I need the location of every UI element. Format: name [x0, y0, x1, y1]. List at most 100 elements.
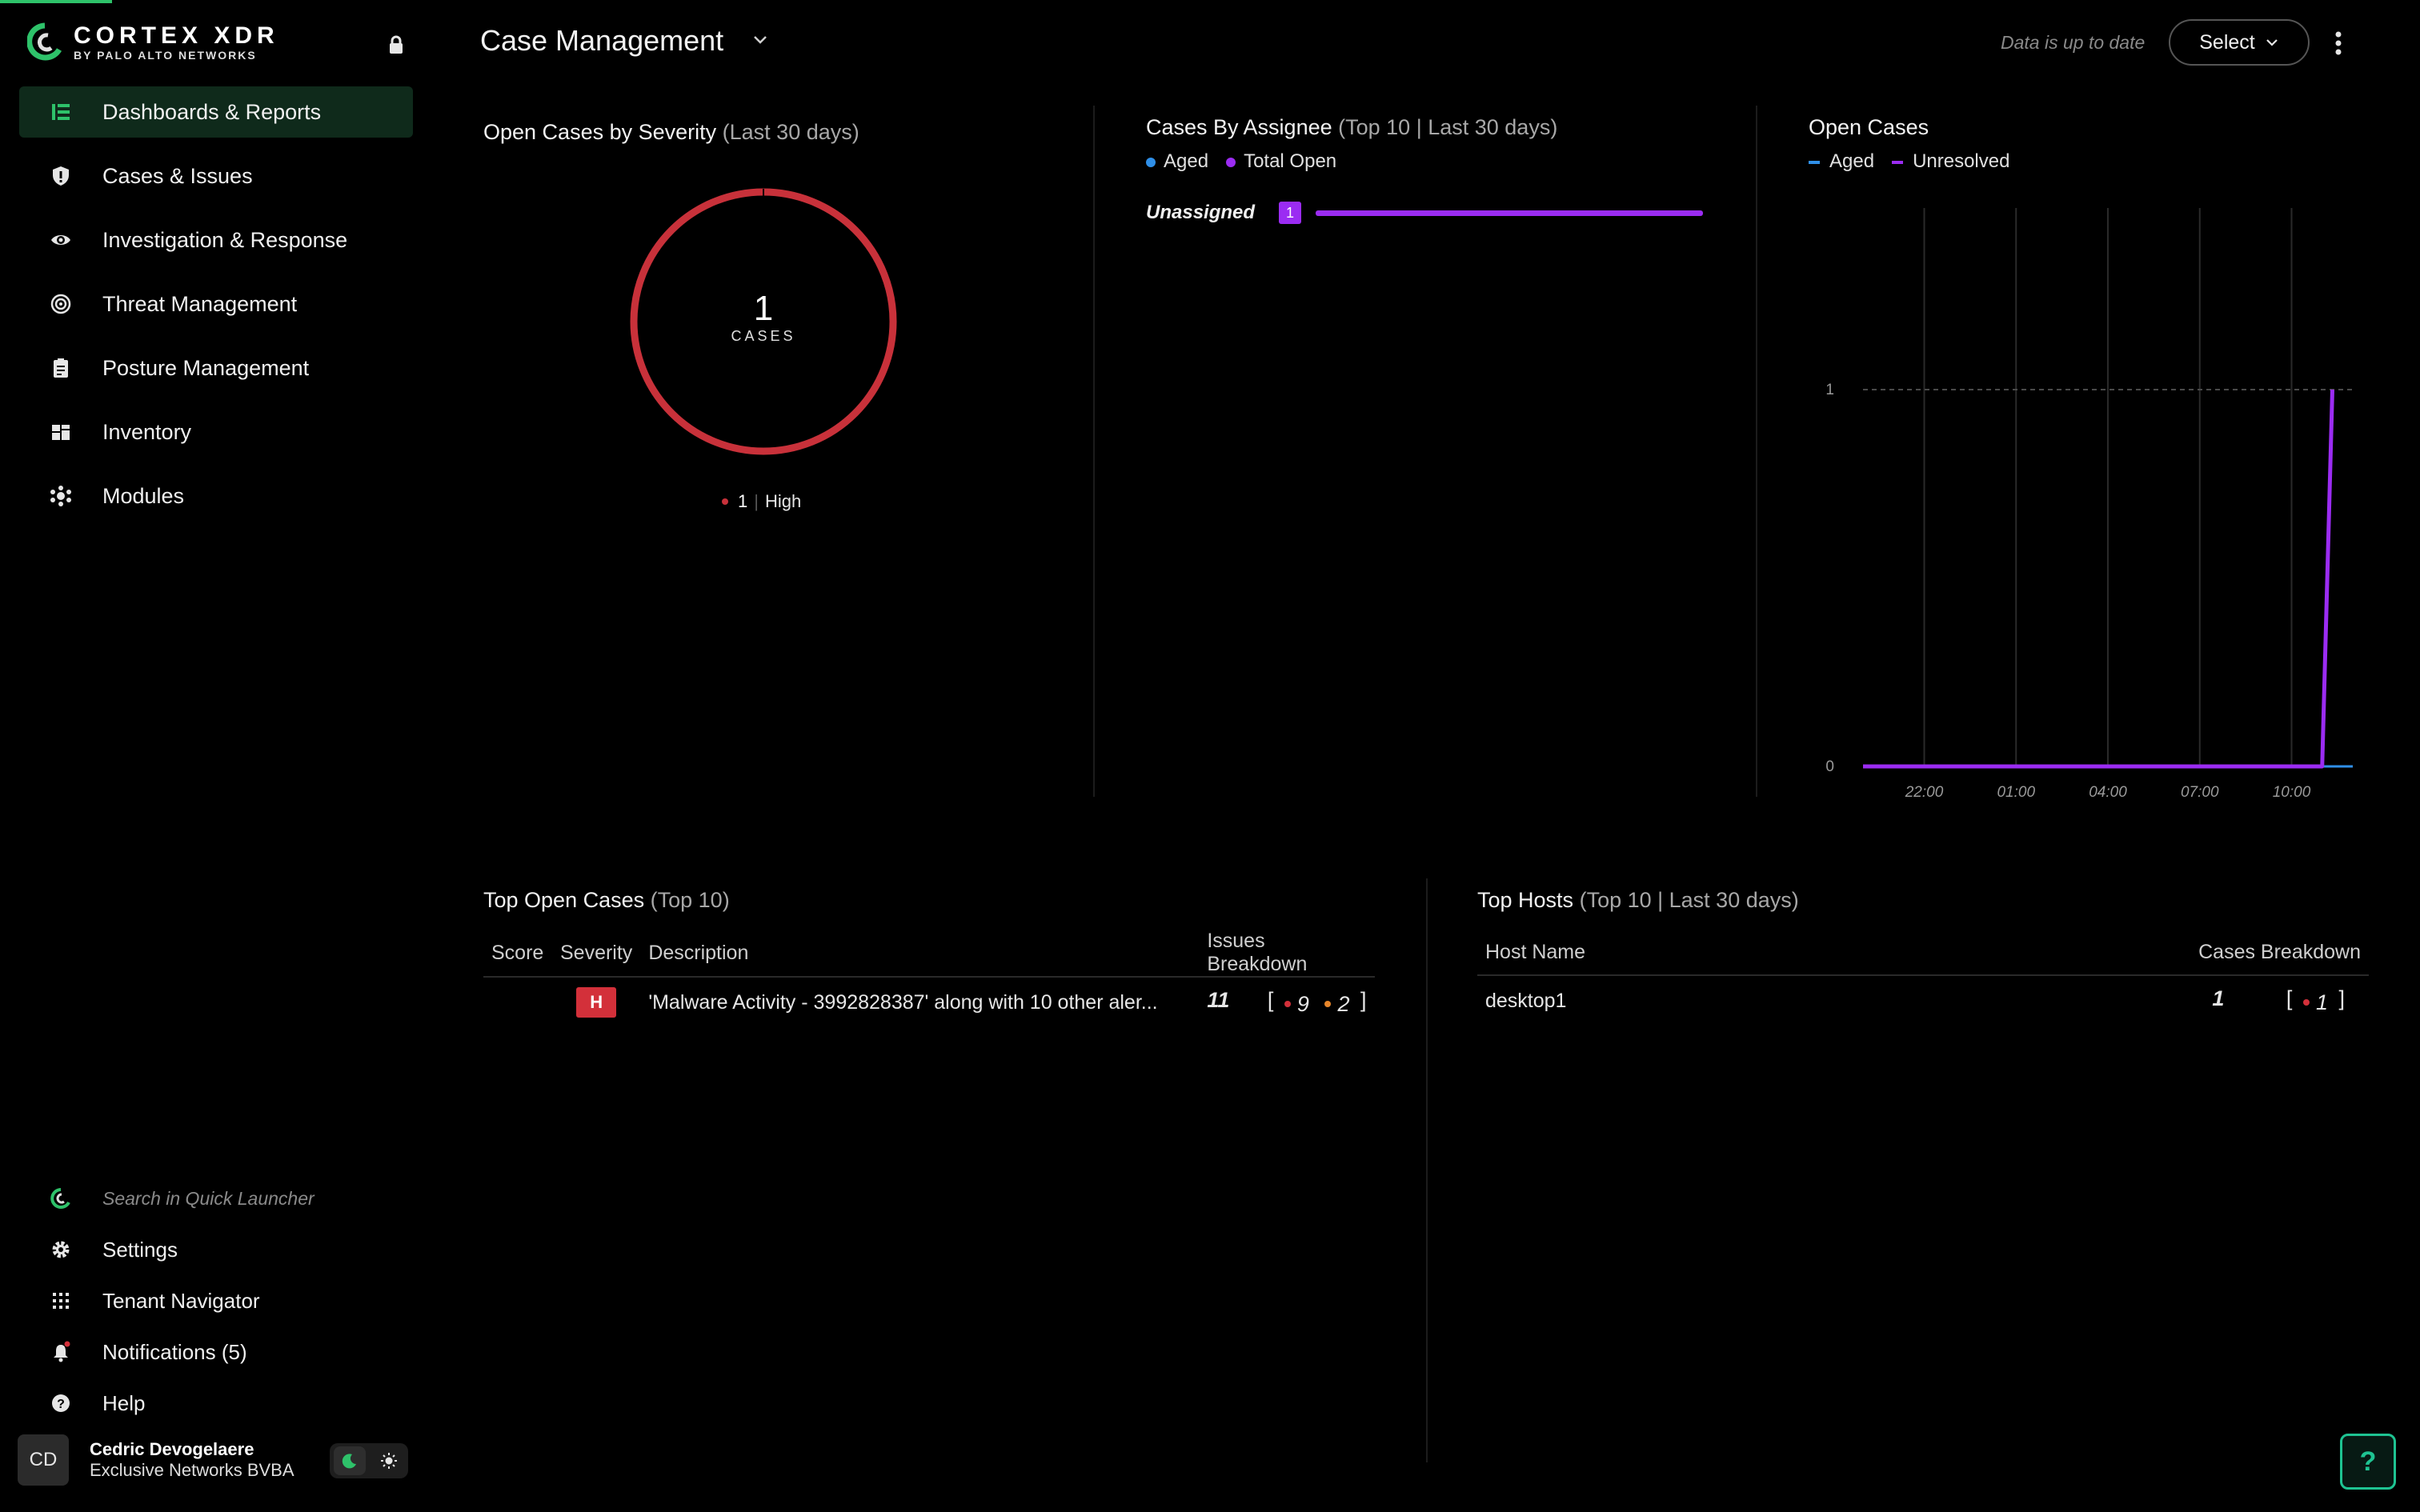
top-open-cases-table: Score Severity Description Issues Breakd… — [483, 930, 1375, 1027]
top-hosts-table: Host Name Cases Breakdown desktop1 1 [ 1… — [1477, 930, 2369, 1026]
sidebar-item-dashboards-reports[interactable]: Dashboards & Reports — [19, 86, 413, 138]
help-fab-button[interactable]: ? — [2340, 1434, 2396, 1490]
dot-icon — [1146, 158, 1156, 167]
user-profile[interactable]: CD Cedric Devogelaere Exclusive Networks… — [18, 1434, 434, 1486]
widget-divider — [1426, 878, 1428, 1462]
data-status-text: Data is up to date — [2001, 32, 2146, 53]
legend-count: 1 — [738, 491, 748, 511]
clipboard-icon — [19, 357, 102, 379]
assignee-row[interactable]: Unassigned 1 — [1146, 202, 1703, 224]
medium-count: 2 — [1337, 991, 1350, 1016]
moon-icon[interactable] — [333, 1446, 366, 1475]
widget-divider — [1756, 106, 1757, 797]
notifications-link[interactable]: Notifications (5) — [19, 1330, 413, 1374]
legend-item-total-open[interactable]: Total Open — [1226, 150, 1336, 173]
top-open-cases-title: Top Open Cases (Top 10) — [483, 888, 730, 912]
brand-name: CORTEX XDR — [74, 22, 279, 49]
x-tick-label: 10:00 — [2273, 784, 2311, 801]
cortex-small-icon — [19, 1187, 102, 1210]
column-header-host-name[interactable]: Host Name — [1477, 930, 1829, 976]
sidebar-item-label: Modules — [102, 483, 185, 508]
severity-legend[interactable]: 1 | High — [722, 491, 801, 512]
svg-text:?: ? — [57, 1398, 65, 1411]
assignee-bar[interactable] — [1316, 210, 1703, 216]
high-dot-icon — [722, 498, 728, 505]
dash-icon — [1892, 160, 1904, 164]
notifications-label: Notifications (5) — [102, 1339, 247, 1364]
assignee-legend: Aged Total Open — [1146, 150, 1336, 173]
grid-icon — [19, 1290, 102, 1312]
sidebar: CORTEX XDR BY PALO ALTO NETWORKS Dashboa… — [0, 0, 432, 1512]
sidebar-item-modules[interactable]: Modules — [19, 470, 413, 522]
legend-item-aged[interactable]: Aged — [1809, 150, 1874, 173]
dot-icon — [1226, 158, 1236, 167]
high-count: 1 — [2315, 990, 2328, 1014]
column-header-issues-breakdown[interactable]: Issues Breakdown — [1199, 930, 1375, 978]
table-row[interactable]: desktop1 1 [ 1 ] — [1477, 975, 2369, 1026]
medium-dot-icon — [1324, 1001, 1332, 1008]
donut-center: 1 CASES — [627, 290, 899, 345]
cases-breakdown-cell[interactable]: 1 [ 1 ] — [1829, 975, 2369, 1026]
sidebar-item-label: Investigation & Response — [102, 227, 348, 252]
open-cases-legend: Aged Unresolved — [1809, 150, 2009, 173]
help-link[interactable]: ? Help — [19, 1381, 413, 1426]
column-header-cases-breakdown[interactable]: Cases Breakdown — [1829, 930, 2369, 976]
description-cell[interactable]: 'Malware Activity - 3992828387' along wi… — [640, 977, 1199, 1027]
assignee-widget-title: Cases By Assignee (Top 10 | Last 30 days… — [1146, 115, 1558, 139]
chevron-down-icon[interactable] — [749, 32, 771, 48]
score-cell — [483, 977, 552, 1027]
modules-icon — [19, 485, 102, 507]
quick-launcher[interactable]: Search in Quick Launcher — [19, 1176, 413, 1221]
high-count: 9 — [1296, 991, 1309, 1016]
sidebar-item-label: Dashboards & Reports — [102, 99, 322, 124]
sidebar-item-label: Inventory — [102, 419, 192, 444]
cortex-logo-icon — [27, 22, 62, 61]
user-org: Exclusive Networks BVBA — [90, 1460, 294, 1480]
issues-breakdown-cell[interactable]: 11 [ 9 2 ] — [1199, 977, 1375, 1027]
x-tick-label: 07:00 — [2181, 784, 2219, 801]
gear-icon — [19, 1238, 102, 1261]
brand-logo[interactable]: CORTEX XDR BY PALO ALTO NETWORKS — [27, 22, 279, 62]
sidebar-item-posture-management[interactable]: Posture Management — [19, 342, 413, 394]
sidebar-item-threat-management[interactable]: Threat Management — [19, 278, 413, 330]
column-header-description[interactable]: Description — [640, 930, 1200, 978]
sun-icon[interactable] — [373, 1446, 405, 1475]
issues-total: 11 — [1207, 988, 1230, 1013]
avatar[interactable]: CD — [18, 1434, 69, 1486]
widget-divider — [1093, 106, 1095, 797]
theme-toggle[interactable] — [330, 1443, 408, 1478]
chevron-down-icon — [2266, 39, 2278, 46]
top-hosts-title: Top Hosts (Top 10 | Last 30 days) — [1477, 888, 1799, 912]
series-line-unresolved — [1863, 389, 2334, 769]
legend-item-unresolved[interactable]: Unresolved — [1892, 150, 2009, 173]
open-cases-line-chart[interactable]: 22:00 01:00 04:00 07:00 10:00 0 1 — [1793, 192, 2369, 808]
settings-label: Settings — [102, 1237, 178, 1262]
sidebar-item-inventory[interactable]: Inventory — [19, 406, 413, 458]
sidebar-item-investigation-response[interactable]: Investigation & Response — [19, 214, 413, 266]
select-dropdown[interactable]: Select — [2169, 19, 2310, 66]
settings-link[interactable]: Settings — [19, 1227, 413, 1272]
legend-item-aged[interactable]: Aged — [1146, 150, 1208, 173]
quick-launcher-placeholder[interactable]: Search in Quick Launcher — [102, 1188, 315, 1210]
column-header-severity[interactable]: Severity — [552, 930, 641, 978]
help-circle-icon: ? — [19, 1392, 102, 1414]
lock-icon[interactable] — [387, 35, 405, 54]
donut-count: 1 — [753, 289, 774, 328]
table-row[interactable]: H 'Malware Activity - 3992828387' along … — [483, 977, 1375, 1027]
sidebar-item-label: Posture Management — [102, 355, 310, 380]
target-icon — [19, 293, 102, 315]
brand-sub: BY PALO ALTO NETWORKS — [74, 49, 257, 62]
sidebar-item-cases-issues[interactable]: Cases & Issues — [19, 150, 413, 202]
host-name-cell[interactable]: desktop1 — [1477, 975, 1829, 1026]
tenant-navigator-link[interactable]: Tenant Navigator — [19, 1278, 413, 1323]
bell-icon — [19, 1341, 102, 1363]
column-header-score[interactable]: Score — [483, 930, 552, 978]
x-tick-label: 04:00 — [2089, 784, 2127, 801]
page-title[interactable]: Case Management — [480, 24, 723, 58]
sidebar-item-label: Cases & Issues — [102, 163, 253, 188]
more-options-icon[interactable] — [2329, 29, 2348, 58]
assignee-count-badge: 1 — [1279, 202, 1301, 224]
shield-alert-icon — [19, 165, 102, 187]
dashboard-icon — [19, 101, 102, 123]
cases-total: 1 — [2212, 986, 2225, 1011]
